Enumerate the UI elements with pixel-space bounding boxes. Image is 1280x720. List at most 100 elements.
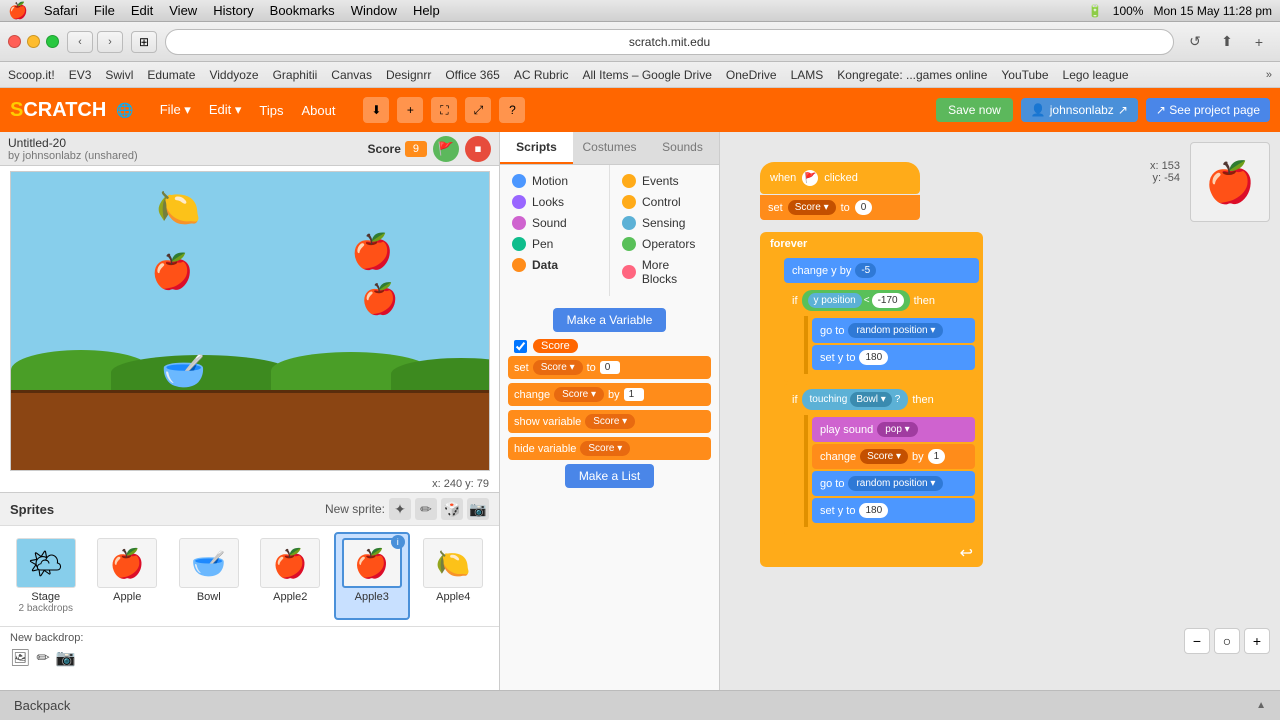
- bookmark-office365[interactable]: Office 365: [445, 68, 499, 82]
- surprise-sprite-button[interactable]: 🎲: [441, 498, 463, 520]
- category-control[interactable]: Control: [616, 192, 713, 212]
- user-menu[interactable]: 👤 johnsonlabz ↗: [1021, 98, 1138, 122]
- save-now-button[interactable]: Save now: [936, 98, 1013, 122]
- bookmark-canvas[interactable]: Canvas: [331, 68, 372, 82]
- apple-sprite-red1[interactable]: 🍎: [151, 252, 193, 292]
- bowl-sprite[interactable]: 🥣: [161, 350, 206, 392]
- forever-block[interactable]: forever change y by -5 if: [760, 232, 983, 567]
- zoom-out-button[interactable]: −: [1184, 628, 1210, 654]
- see-project-button[interactable]: ↗ See project page: [1146, 98, 1270, 122]
- bookmark-graphitii[interactable]: Graphitii: [273, 68, 318, 82]
- category-data[interactable]: Data: [506, 255, 603, 275]
- zoom-reset-button[interactable]: ○: [1214, 628, 1240, 654]
- y-180-value-2[interactable]: 180: [859, 503, 888, 518]
- share-button[interactable]: ⬆: [1214, 31, 1240, 53]
- add-icon[interactable]: +: [397, 97, 423, 123]
- paint-backdrop-button[interactable]: ✏: [36, 648, 49, 668]
- sprite-apple2[interactable]: 🍎 Apple2: [253, 532, 329, 620]
- change-value-input[interactable]: 1: [624, 388, 644, 401]
- close-button[interactable]: [8, 35, 21, 48]
- variable-check-score[interactable]: Score: [508, 336, 711, 356]
- zoom-in-button[interactable]: +: [1244, 628, 1270, 654]
- set-y-180-block-1[interactable]: set y to 180: [812, 345, 975, 370]
- backpack-bar[interactable]: Backpack ▲: [0, 690, 1280, 720]
- menubar-bookmarks[interactable]: Bookmarks: [270, 3, 335, 18]
- camera-backdrop-button[interactable]: 📷: [56, 648, 76, 668]
- go-to-random-1-block[interactable]: go to random position ▾: [812, 318, 975, 343]
- sprite-apple[interactable]: 🍎 Apple: [90, 532, 166, 620]
- stop-button[interactable]: ⏹: [465, 136, 491, 162]
- sprite-stage[interactable]: 🌤 Stage 2 backdrops: [8, 532, 84, 620]
- if-bowl-block[interactable]: if touching Bowl ▾ ? then: [784, 384, 979, 535]
- apple-sprite-red2[interactable]: 🍎: [351, 232, 393, 272]
- bookmark-swivl[interactable]: Swivl: [105, 68, 133, 82]
- set-value-input[interactable]: 0: [600, 361, 620, 374]
- compress-icon[interactable]: ⤢: [465, 97, 491, 123]
- scratch-logo[interactable]: SCRATCH: [10, 99, 106, 122]
- bookmark-viddyoze[interactable]: Viddyoze: [209, 68, 258, 82]
- menubar-help[interactable]: Help: [413, 3, 440, 18]
- sprite-apple4[interactable]: 🍋 Apple4: [416, 532, 492, 620]
- set-score-0-block[interactable]: set Score ▾ to 0: [760, 195, 920, 220]
- bookmark-youtube[interactable]: YouTube: [1001, 68, 1048, 82]
- if-ypos-block[interactable]: if y position < -170 then: [784, 285, 979, 382]
- code-panel[interactable]: 🍎 x: 153 y: -54 when 🚩 clicked set Score…: [720, 132, 1280, 690]
- green-flag-button[interactable]: 🚩: [433, 136, 459, 162]
- category-sound[interactable]: Sound: [506, 213, 603, 233]
- go-to-random-2-block[interactable]: go to random position ▾: [812, 471, 975, 496]
- y-180-value-1[interactable]: 180: [859, 350, 888, 365]
- tab-costumes[interactable]: Costumes: [573, 132, 646, 164]
- minimize-button[interactable]: [27, 35, 40, 48]
- nav-file[interactable]: File ▾: [152, 98, 199, 122]
- category-looks[interactable]: Looks: [506, 192, 603, 212]
- neg5-value[interactable]: -5: [855, 263, 876, 278]
- apple-menu[interactable]: 🍎: [8, 1, 28, 21]
- tab-sounds[interactable]: Sounds: [646, 132, 719, 164]
- category-sensing[interactable]: Sensing: [616, 213, 713, 233]
- bookmark-designrr[interactable]: Designrr: [386, 68, 431, 82]
- bookmark-button[interactable]: +: [1246, 31, 1272, 53]
- choose-backdrop-button[interactable]: 🖼: [10, 648, 30, 668]
- when-clicked-block[interactable]: when 🚩 clicked: [760, 162, 920, 194]
- play-sound-block[interactable]: play sound pop ▾: [812, 417, 975, 442]
- bookmark-ev3[interactable]: EV3: [69, 68, 92, 82]
- set-y-180-block-2[interactable]: set y to 180: [812, 498, 975, 523]
- category-pen[interactable]: Pen: [506, 234, 603, 254]
- category-operators[interactable]: Operators: [616, 234, 713, 254]
- fullscreen-icon[interactable]: ⛶: [431, 97, 457, 123]
- category-motion[interactable]: Motion: [506, 171, 603, 191]
- sprite-apple3[interactable]: 🍎 i Apple3: [334, 532, 410, 620]
- bookmarks-more[interactable]: »: [1266, 69, 1272, 81]
- menubar-view[interactable]: View: [169, 3, 197, 18]
- fullscreen-button[interactable]: [46, 35, 59, 48]
- forward-button[interactable]: ›: [97, 31, 123, 53]
- refresh-button[interactable]: ↺: [1182, 31, 1208, 53]
- change-score-block-code[interactable]: change Score ▾ by 1: [812, 444, 975, 469]
- sprite-bowl[interactable]: 🥣 Bowl: [171, 532, 247, 620]
- choose-sprite-button[interactable]: ✦: [389, 498, 411, 520]
- score-checkbox[interactable]: [514, 340, 527, 353]
- tab-switcher-button[interactable]: ⊞: [131, 31, 157, 53]
- tab-scripts[interactable]: Scripts: [500, 132, 573, 164]
- help-icon[interactable]: ?: [499, 97, 525, 123]
- language-icon[interactable]: 🌐: [116, 102, 133, 119]
- menubar-edit[interactable]: Edit: [131, 3, 153, 18]
- nav-about[interactable]: About: [293, 99, 343, 122]
- bookmark-googledrive[interactable]: All Items – Google Drive: [583, 68, 712, 82]
- set-score-block[interactable]: set Score ▾ to 0: [508, 356, 711, 379]
- paint-sprite-button[interactable]: ✏: [415, 498, 437, 520]
- bookmark-acrubric[interactable]: AC Rubric: [514, 68, 569, 82]
- bookmark-legoleague[interactable]: Lego league: [1063, 68, 1129, 82]
- upload-sprite-button[interactable]: 📷: [467, 498, 489, 520]
- stage-canvas[interactable]: 🍋 🍎 🍎 🍎 🥣: [10, 171, 490, 471]
- download-icon[interactable]: ⬇: [363, 97, 389, 123]
- make-variable-button[interactable]: Make a Variable: [553, 308, 667, 332]
- make-list-button[interactable]: Make a List: [565, 464, 654, 488]
- apple-sprite-red3[interactable]: 🍎: [361, 282, 398, 317]
- menubar-window[interactable]: Window: [351, 3, 397, 18]
- zero-input[interactable]: 0: [855, 200, 873, 215]
- nav-edit[interactable]: Edit ▾: [201, 98, 250, 122]
- menubar-file[interactable]: File: [94, 3, 115, 18]
- show-variable-block[interactable]: show variable Score ▾: [508, 410, 711, 433]
- category-events[interactable]: Events: [616, 171, 713, 191]
